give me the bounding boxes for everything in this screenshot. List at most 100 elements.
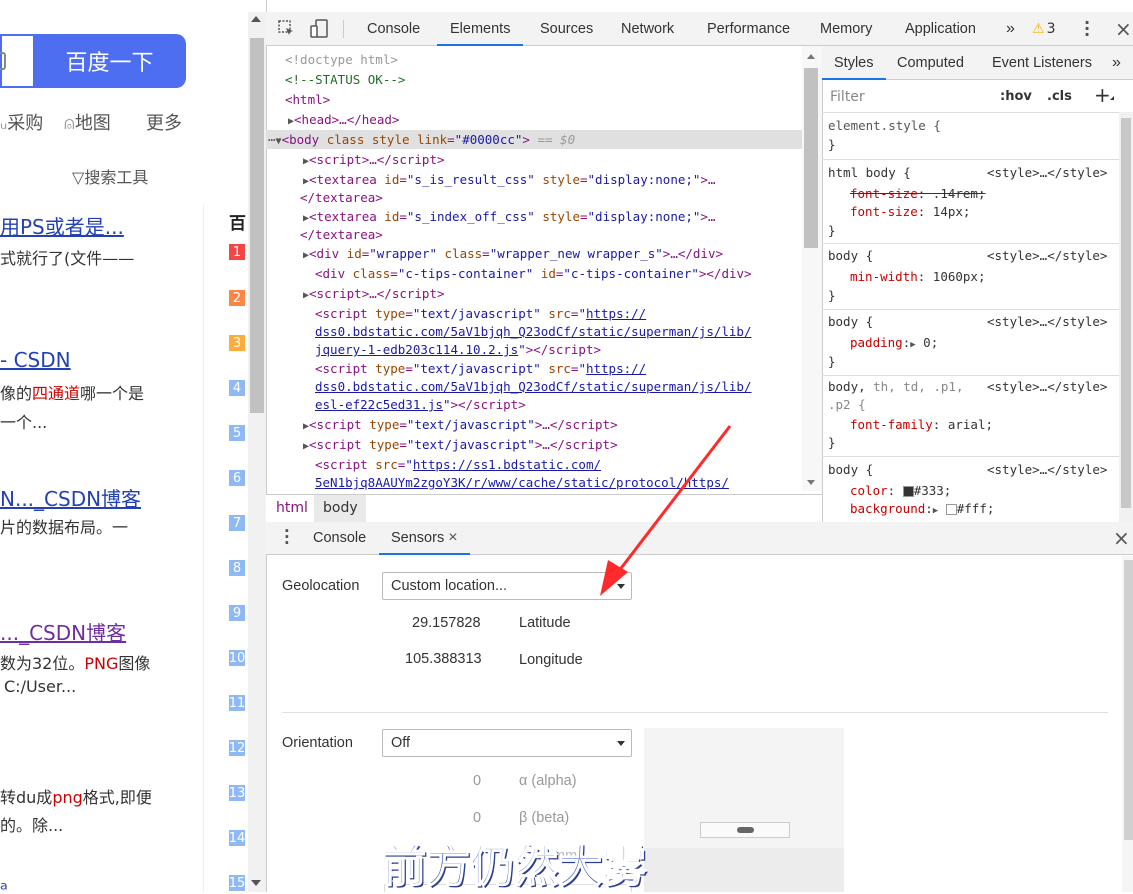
style-property-overridden[interactable]: font-size: .14rem; [850, 186, 985, 201]
style-property[interactable]: padding:▶ 0; [850, 335, 938, 350]
hov-toggle[interactable]: :hov [1000, 89, 1032, 104]
script-esl-node[interactable]: <script type="text/javascript" src="http… [315, 361, 646, 376]
tab-computed[interactable]: Computed [897, 46, 964, 80]
alpha-value[interactable]: 0 [473, 773, 481, 789]
longitude-value[interactable]: 105.388313 [405, 651, 482, 667]
drawer-tab-sensors[interactable]: Sensors × [379, 522, 470, 555]
style-property[interactable]: font-size: 14px; [850, 204, 970, 219]
latitude-value[interactable]: 29.157828 [412, 615, 481, 631]
drawer-tab-console[interactable]: Console [313, 522, 366, 555]
script-ss1-node[interactable]: <script src="https://ss1.bdstatic.com/ [315, 457, 601, 472]
textarea-node[interactable]: ▶<textarea id="s_index_off_css" style="d… [303, 209, 715, 224]
more-tabs-icon[interactable]: » [1006, 12, 1015, 46]
crumb-body[interactable]: body [323, 500, 358, 516]
tab-console[interactable]: Console [367, 12, 420, 46]
script-src-link[interactable]: dss0.bdstatic.com/5aV1bjqh_Q23odCf/stati… [315, 379, 752, 394]
textarea-node[interactable]: ▶<textarea id="s_is_result_css" style="d… [303, 172, 715, 187]
search-tools[interactable]: ▽搜索工具 [72, 164, 148, 188]
result-title[interactable]: ᵃ [0, 877, 8, 892]
div-tips-node[interactable]: <div class="c-tips-container" id="c-tips… [315, 266, 752, 281]
close-devtools-icon[interactable]: × [1115, 17, 1132, 41]
camera-icon[interactable] [0, 52, 6, 70]
rule-selector[interactable]: body { [828, 314, 873, 329]
rule-source-link[interactable]: <style>…</style> [987, 165, 1107, 180]
script-node[interactable]: ▶<script>…</script> [303, 152, 445, 167]
result-title[interactable]: N..._CSDN博客 [0, 483, 141, 512]
search-button[interactable]: 百度一下 [33, 34, 186, 88]
result-snippet: 片的数据布局。一 [0, 518, 129, 537]
color-swatch[interactable] [945, 504, 957, 515]
result-title[interactable]: ..._CSDN博客 [0, 617, 126, 646]
drawer-menu-icon[interactable]: · · · [284, 524, 290, 551]
scroll-up-icon[interactable] [251, 16, 261, 22]
style-property[interactable]: min-width: 1060px; [850, 269, 985, 284]
drawer-scrollbar-thumb[interactable] [1124, 560, 1133, 840]
kebab-menu-icon[interactable]: · · · [1084, 15, 1090, 43]
device-toolbar-icon[interactable] [310, 19, 328, 38]
result-title[interactable]: 用PS或者是... [0, 211, 124, 240]
tab-event-listeners[interactable]: Event Listeners [992, 46, 1092, 80]
style-property[interactable]: color: #333; [850, 483, 951, 498]
tab-styles[interactable]: Styles [822, 46, 886, 80]
tab-sources[interactable]: Sources [540, 12, 593, 46]
script-node[interactable]: ▶<script type="text/javascript">…</scrip… [303, 417, 618, 432]
hot-rank-badge: 15 [228, 875, 246, 891]
script-src-link[interactable]: jquery-1-edb203c114.10.2.js"></script> [315, 342, 601, 357]
tab-elements[interactable]: Elements [437, 12, 524, 46]
rule-selector[interactable]: body { [828, 462, 873, 477]
scroll-up-icon[interactable] [807, 54, 815, 59]
rule-selector[interactable]: body, th, td, .p1, [828, 379, 963, 394]
doctype-node[interactable]: <!doctype html> [285, 52, 398, 67]
result-snippet: 数为32位。PNG图像 [0, 654, 151, 673]
new-rule-menu-icon[interactable] [1110, 96, 1114, 100]
div-wrapper-node[interactable]: ▶<div id="wrapper" class="wrapper_new wr… [303, 246, 723, 261]
rule-close: } [828, 223, 836, 238]
nav-item-caigou[interactable]: ᵤ采购 [0, 109, 43, 135]
scroll-down-icon[interactable] [807, 480, 815, 485]
tab-network[interactable]: Network [621, 12, 674, 46]
script-node[interactable]: ▶<script type="text/javascript">…</scrip… [303, 437, 618, 452]
new-rule-button[interactable]: + [1094, 83, 1111, 107]
scroll-down-icon[interactable] [251, 880, 261, 886]
rule-source-link[interactable]: <style>…</style> [987, 379, 1107, 394]
script-src-link[interactable]: esl-ef22c5ed31.js"></script> [315, 397, 526, 412]
tab-memory[interactable]: Memory [820, 12, 872, 46]
rule-source-link[interactable]: <style>…</style> [987, 314, 1107, 329]
more-tabs-icon[interactable]: » [1112, 46, 1121, 80]
inspect-element-icon[interactable] [278, 20, 295, 37]
script-jquery-node[interactable]: <script type="text/javascript" src="http… [315, 306, 646, 321]
body-node[interactable]: ⋯▼<body class style link="#0000cc"> == $… [268, 132, 575, 147]
ellipsis-icon[interactable]: ⋯ [268, 132, 276, 147]
nav-item-more[interactable]: 更多 [146, 109, 182, 135]
nav-item-map[interactable]: ⍝地图 [64, 109, 111, 135]
styles-scrollbar-thumb[interactable] [1121, 118, 1131, 508]
color-swatch[interactable] [902, 486, 914, 497]
page-scrollbar-thumb[interactable] [250, 38, 264, 413]
tab-application[interactable]: Application [905, 12, 976, 46]
tab-performance[interactable]: Performance [707, 12, 790, 46]
result-title[interactable]: - CSDN [0, 348, 71, 372]
close-drawer-icon[interactable]: × [1113, 526, 1130, 550]
style-property[interactable]: background:▶ #fff; [850, 501, 994, 516]
comment-node[interactable]: <!--STATUS OK--> [285, 72, 405, 87]
styles-filter-input[interactable]: Filter [826, 84, 986, 108]
rule-selector[interactable]: html body { [828, 165, 911, 180]
orientation-select[interactable]: Off [382, 729, 632, 757]
expand-arrow-icon[interactable]: ▶ [910, 340, 915, 350]
script-node[interactable]: ▶<script>…</script> [303, 286, 445, 301]
elements-scrollbar-thumb[interactable] [804, 68, 818, 248]
crumb-html[interactable]: html [276, 500, 308, 516]
style-property[interactable]: font-family: arial; [850, 417, 993, 432]
html-node[interactable]: <html> [285, 92, 330, 107]
expand-arrow-icon[interactable]: ▶ [933, 506, 938, 516]
element-style-selector[interactable]: element.style { [828, 118, 941, 133]
beta-value[interactable]: 0 [473, 810, 481, 826]
rule-selector[interactable]: body { [828, 248, 873, 263]
head-node[interactable]: ▶<head>…</head> [288, 112, 399, 127]
warnings-badge[interactable]: ⚠ 3 [1032, 21, 1055, 37]
rule-source-link[interactable]: <style>…</style> [987, 248, 1107, 263]
cls-toggle[interactable]: .cls [1047, 89, 1072, 104]
close-tab-icon[interactable]: × [448, 529, 457, 546]
script-src-link[interactable]: dss0.bdstatic.com/5aV1bjqh_Q23odCf/stati… [315, 324, 752, 339]
rule-source-link[interactable]: <style>…</style> [987, 462, 1107, 477]
